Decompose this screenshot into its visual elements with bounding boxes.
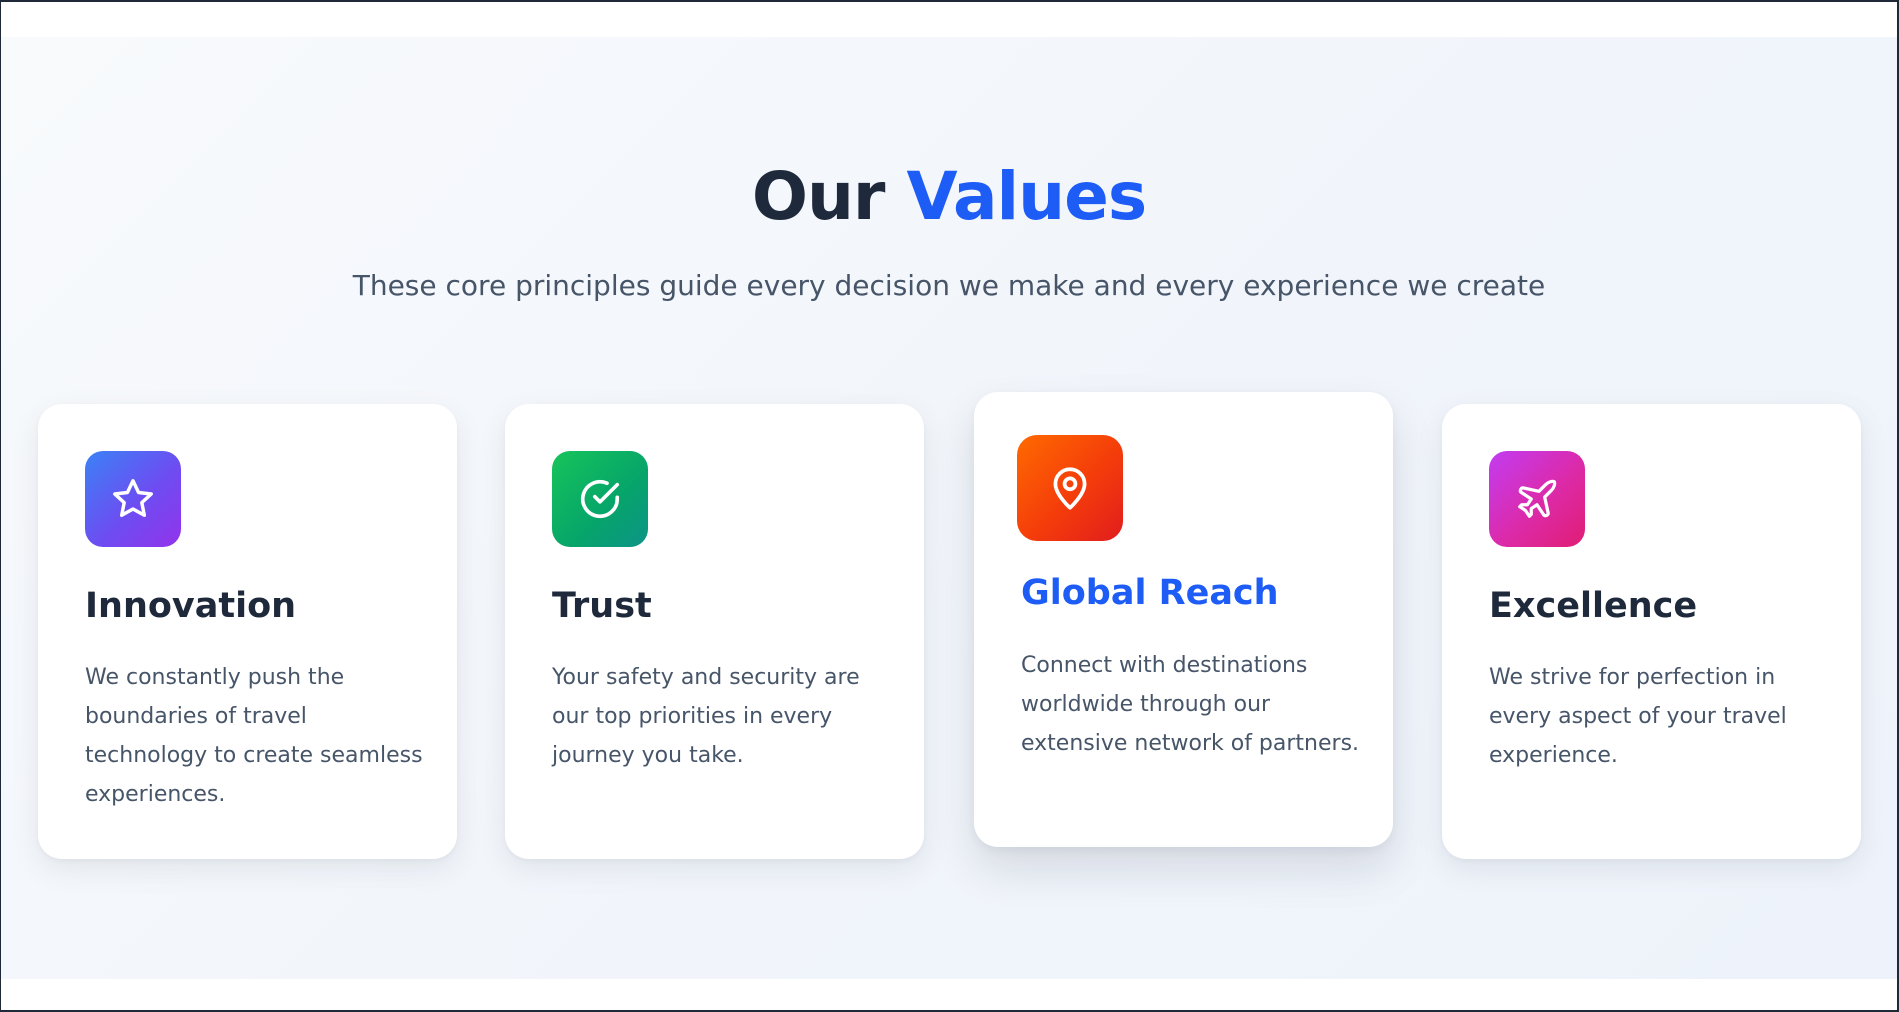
value-card-description: Your safety and security are our top pri…	[552, 665, 860, 768]
map-pin-icon	[1053, 467, 1087, 510]
excellence-icon-badge	[1489, 451, 1585, 547]
section-title-main: Our	[751, 158, 886, 235]
star-icon	[113, 479, 153, 518]
value-card-description: We strive for perfection in every aspect…	[1489, 665, 1787, 768]
section-subtitle: These core principles guide every decisi…	[352, 269, 1546, 302]
trust-icon-badge	[552, 451, 648, 547]
value-card-title: Excellence	[1489, 586, 1698, 626]
section-title: Our Values	[1, 157, 1897, 236]
value-card-excellence[interactable]: Excellence We strive for perfection in e…	[1442, 404, 1861, 859]
plane-icon	[1518, 479, 1557, 518]
value-card-title: Global Reach	[1021, 573, 1279, 613]
values-section: Our Values These core principles guide e…	[1, 37, 1897, 979]
value-card-title: Innovation	[85, 586, 297, 626]
value-card-description: Connect with destinations worldwide thro…	[1021, 653, 1360, 756]
innovation-icon-badge	[85, 451, 181, 547]
check-circle-icon	[580, 479, 620, 519]
global-reach-icon-badge	[1017, 435, 1123, 541]
value-card-description: We constantly push the boundaries of tra…	[85, 665, 423, 807]
value-card-innovation[interactable]: Innovation We constantly push the bounda…	[38, 404, 457, 859]
section-title-accent: Values	[906, 158, 1147, 235]
value-card-title: Trust	[552, 586, 652, 626]
page-frame: Our Values These core principles guide e…	[0, 0, 1899, 1012]
value-card-trust[interactable]: Trust Your safety and security are our t…	[505, 404, 924, 859]
value-card-global-reach[interactable]: Global Reach Connect with destinations w…	[974, 392, 1393, 847]
